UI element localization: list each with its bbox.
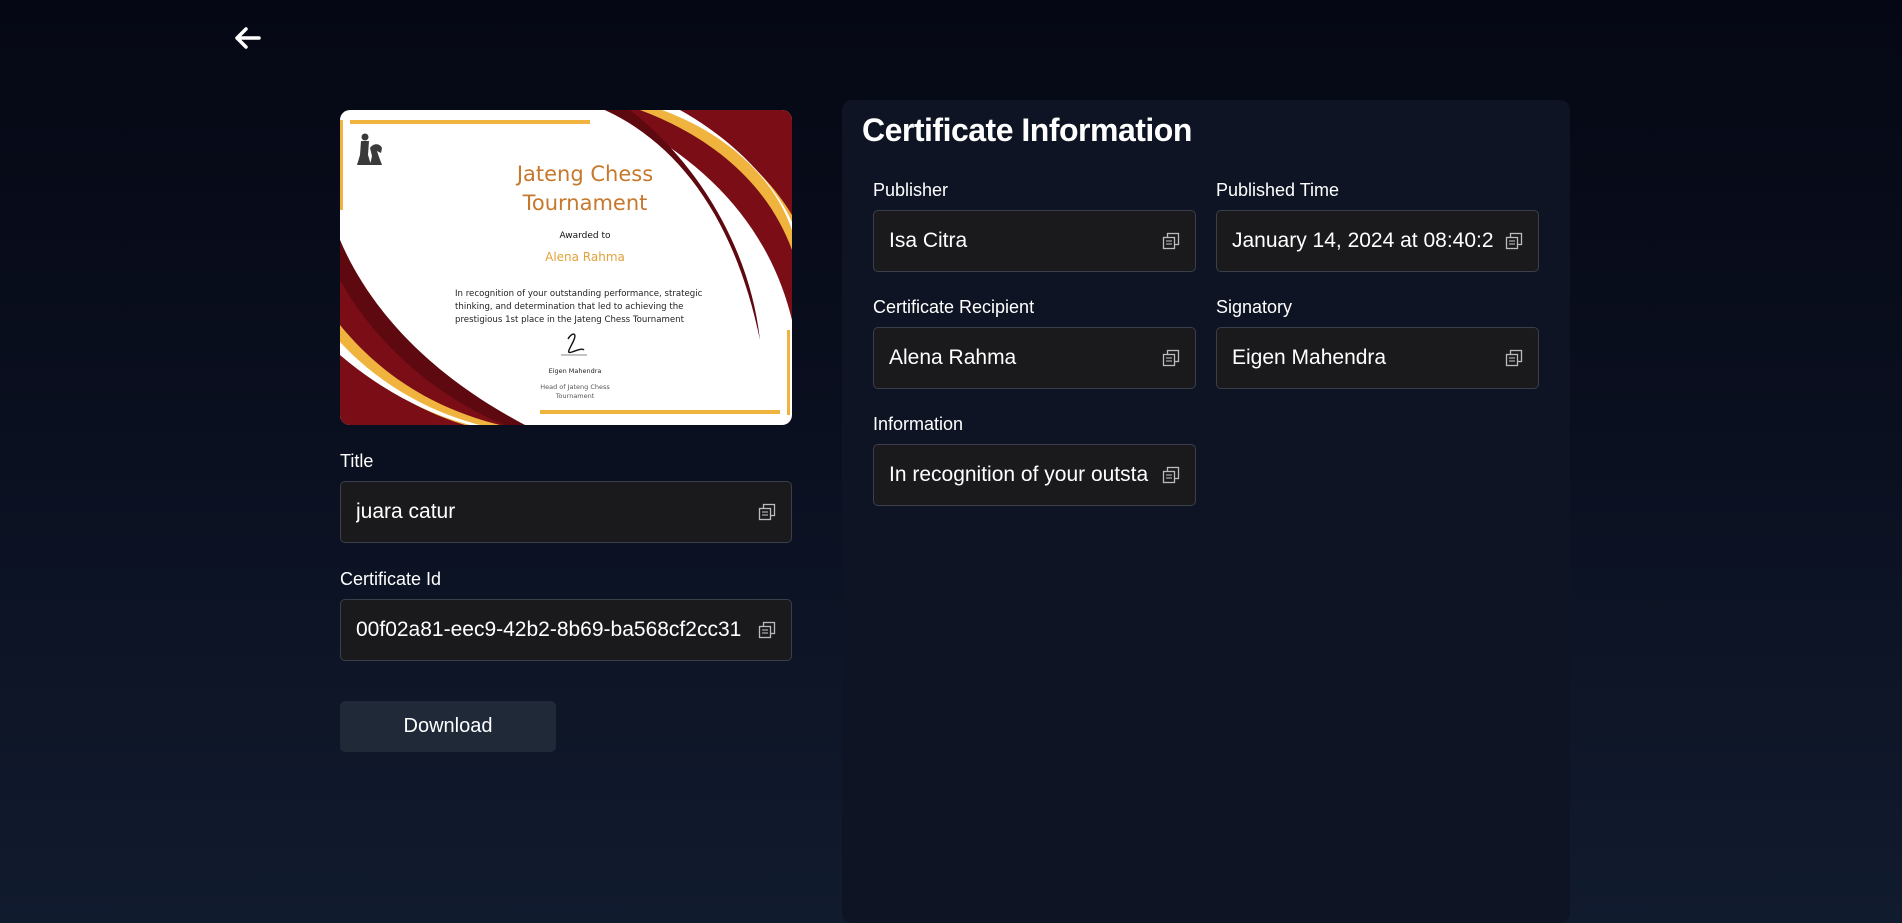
download-button[interactable]: Download [340,701,556,752]
recipient-value: Alena Rahma [889,346,1017,369]
certificate-recipient-name: Alena Rahma [545,250,625,264]
arrow-left-icon [235,27,261,49]
title-value: juara catur [356,500,456,523]
signatory-label: Signatory [1216,297,1293,317]
signatory-value-box: Eigen Mahendra [1216,327,1539,389]
certificate-text: Jateng Chess Tournament Awarded to Alena… [340,110,792,425]
certificate-title: Jateng Chess Tournament [490,160,680,218]
information-label: Information [873,414,964,434]
certificate-signer-role: Head of Jateng Chess Tournament [540,383,610,400]
copy-icon[interactable] [1162,466,1180,484]
publisher-value-box: Isa Citra [873,210,1196,272]
signatory-field: Signatory Eigen Mahendra [1216,297,1539,389]
information-value: In recognition of your outsta [889,463,1149,486]
copy-icon[interactable] [1505,232,1523,250]
recipient-value-box: Alena Rahma [873,327,1196,389]
certificate-id-value: 00f02a81-eec9-42b2-8b69-ba568cf2cc31 [356,618,742,641]
information-value-box: In recognition of your outsta [873,444,1196,506]
certificate-preview: Jateng Chess Tournament Awarded to Alena… [340,110,792,425]
published-time-value: January 14, 2024 at 08:40:2 [1232,229,1494,252]
published-time-value-box: January 14, 2024 at 08:40:2 [1216,210,1539,272]
recipient-label: Certificate Recipient [873,297,1035,317]
back-button[interactable] [230,22,266,54]
title-field: Title juara catur [340,451,792,543]
certificate-signer-name: Eigen Mahendra [548,367,602,375]
certificate-id-label: Certificate Id [340,569,442,589]
certificate-awarded-label: Awarded to [559,231,611,241]
certificate-title-line-2: Tournament [522,191,648,215]
certificate-info-panel: Certificate Information Publisher Isa Ci… [842,100,1570,923]
published-time-label: Published Time [1216,180,1340,200]
copy-icon[interactable] [758,503,776,521]
certificate-title-line-1: Jateng Chess [516,162,654,186]
published-time-field: Published Time January 14, 2024 at 08:40… [1216,180,1539,272]
certificate-body-text: In recognition of your outstanding perfo… [455,289,703,325]
publisher-label: Publisher [873,180,949,200]
copy-icon[interactable] [758,621,776,639]
copy-icon[interactable] [1162,349,1180,367]
recipient-field: Certificate Recipient Alena Rahma [873,297,1196,389]
copy-icon[interactable] [1162,232,1180,250]
certificate-id-value-box: 00f02a81-eec9-42b2-8b69-ba568cf2cc31 [340,599,792,661]
signatory-value: Eigen Mahendra [1232,346,1387,369]
publisher-value: Isa Citra [889,229,968,252]
publisher-field: Publisher Isa Citra [873,180,1196,272]
information-field: Information In recognition of your outst… [873,414,1196,506]
left-column: Jateng Chess Tournament Awarded to Alena… [340,110,792,752]
copy-icon[interactable] [1505,349,1523,367]
certificate-id-field: Certificate Id 00f02a81-eec9-42b2-8b69-b… [340,569,792,661]
title-value-box: juara catur [340,481,792,543]
title-label: Title [340,451,374,471]
certificate-info-heading: Certificate Information [862,112,1192,148]
